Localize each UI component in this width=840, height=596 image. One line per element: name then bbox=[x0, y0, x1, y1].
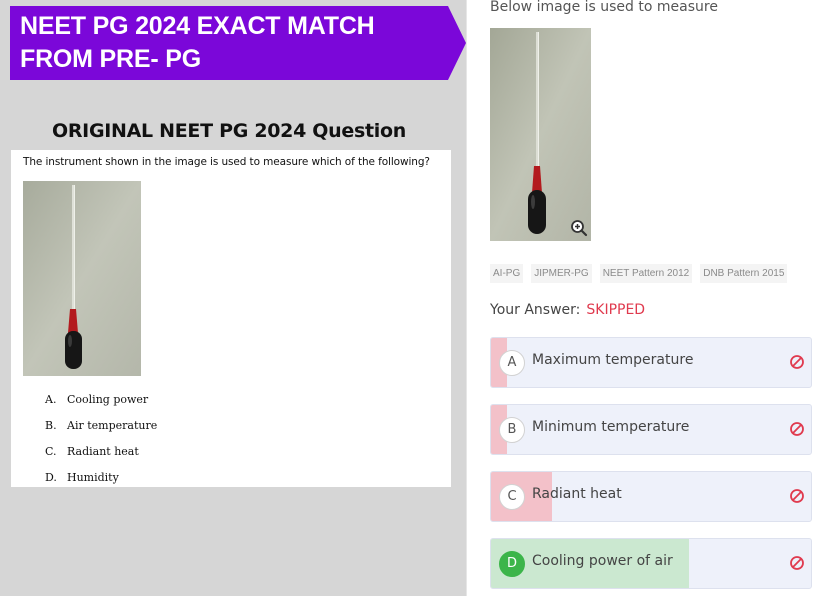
your-answer: Your Answer: SKIPPED bbox=[490, 302, 645, 318]
title-banner: NEET PG 2024 EXACT MATCH FROM PRE- PG bbox=[10, 6, 466, 80]
original-option-a: A. Cooling power bbox=[45, 393, 149, 406]
choice-d-text: Cooling power of air bbox=[532, 553, 673, 569]
original-option-c: C. Radiant heat bbox=[45, 445, 139, 458]
thermometer-image[interactable] bbox=[490, 28, 591, 241]
banner-title: NEET PG 2024 EXACT MATCH FROM PRE- PG bbox=[20, 12, 375, 73]
choice-a-letter: A bbox=[499, 350, 525, 376]
tag-dnb-pattern-2015: DNB Pattern 2015 bbox=[700, 264, 788, 283]
zoom-in-icon[interactable] bbox=[570, 219, 588, 237]
original-option-d: D. Humidity bbox=[45, 471, 119, 484]
tag-neet-pattern-2012: NEET Pattern 2012 bbox=[599, 264, 693, 283]
choice-a-text: Maximum temperature bbox=[532, 352, 694, 368]
original-question-heading: ORIGINAL NEET PG 2024 Question bbox=[52, 120, 406, 142]
choice-b-letter: B bbox=[499, 417, 525, 443]
ban-icon bbox=[790, 489, 804, 503]
choice-c[interactable]: C Radiant heat bbox=[490, 471, 812, 522]
choice-c-text: Radiant heat bbox=[532, 486, 622, 502]
choice-a[interactable]: A Maximum temperature bbox=[490, 337, 812, 388]
answer-status: SKIPPED bbox=[586, 302, 646, 318]
choice-b-text: Minimum temperature bbox=[532, 419, 690, 435]
thermometer-photo bbox=[23, 181, 141, 376]
your-answer-label: Your Answer: bbox=[490, 302, 581, 318]
ban-icon bbox=[790, 422, 804, 436]
tag-ai-pg: AI-PG bbox=[490, 264, 524, 283]
original-option-b: B. Air temperature bbox=[45, 419, 158, 432]
question-text: The instrument shown in the image is use… bbox=[23, 156, 430, 168]
original-question-card: The instrument shown in the image is use… bbox=[11, 150, 451, 487]
ban-icon bbox=[790, 556, 804, 570]
choice-c-letter: C bbox=[499, 484, 525, 510]
ban-icon bbox=[790, 355, 804, 369]
question-caption: Below image is used to measure bbox=[490, 0, 718, 15]
tag-jipmer-pg: JIPMER-PG bbox=[531, 264, 592, 283]
question-panel: Below image is used to measure AI-PG JIP… bbox=[466, 0, 840, 596]
choice-d[interactable]: D Cooling power of air bbox=[490, 538, 812, 589]
choice-d-letter: D bbox=[499, 551, 525, 577]
tag-list: AI-PG JIPMER-PG NEET Pattern 2012 DNB Pa… bbox=[490, 264, 788, 283]
choice-b[interactable]: B Minimum temperature bbox=[490, 404, 812, 455]
